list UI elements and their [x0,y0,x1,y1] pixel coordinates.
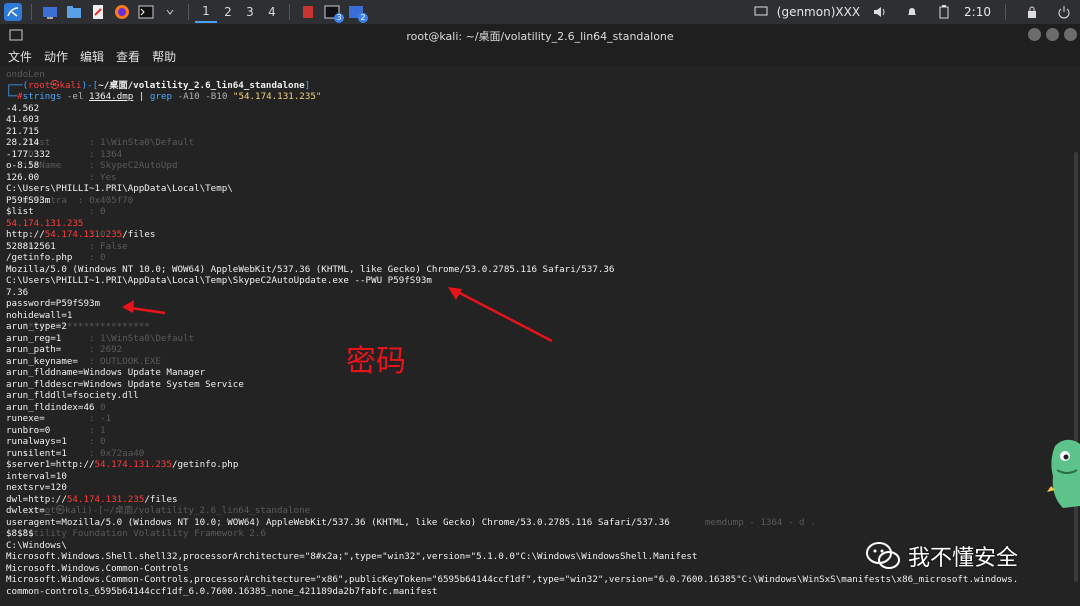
watermark: 我不懂安全 [866,540,1018,572]
annotation-label: 密码 [346,344,406,379]
arrow-to-pwu [451,287,553,343]
dinosaur-mascot-icon [1047,439,1080,508]
wechat-icon [866,542,900,569]
watermark-text: 我不懂安全 [908,546,1019,571]
annotation-arrows [122,287,553,343]
arrowhead-icon [122,300,134,313]
